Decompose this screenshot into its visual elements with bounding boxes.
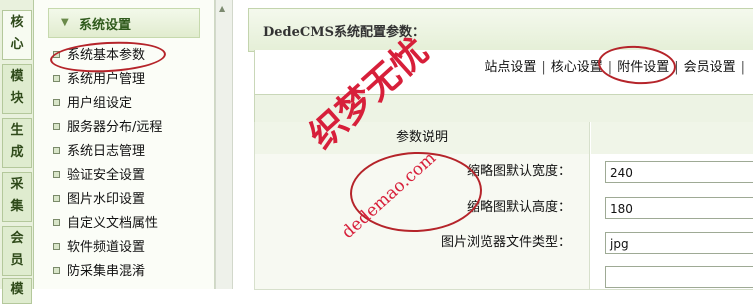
sidebar-item-anti-scrape[interactable]: 防采集串混淆 (53, 260, 145, 284)
config-title-bar: DedeCMS系统配置参数： (248, 8, 753, 52)
sidebar-item-server-remote[interactable]: 服务器分布/远程 (53, 116, 162, 140)
sidebar-section-header[interactable]: ▼ 系统设置 (48, 8, 200, 38)
sidebar-item-custom-attributes[interactable]: 自定义文档属性 (53, 212, 158, 236)
tab-module-label: 模块 (10, 69, 24, 106)
column-header-value (591, 122, 753, 154)
bullet-icon (53, 219, 60, 226)
sidebar-item-label: 验证安全设置 (67, 168, 146, 183)
sidebar-section-title: 系统设置 (79, 18, 132, 33)
sidebar-item-label: 软件频道设置 (67, 240, 146, 255)
sidebar-item-label: 服务器分布/远程 (67, 120, 163, 135)
next-row-label (255, 260, 590, 289)
config-tab-bar: 站点设置 | 核心设置 | 附件设置 | 会员设置 | (254, 50, 753, 81)
tab-site-settings[interactable]: 站点设置 (484, 60, 536, 75)
table-row (254, 260, 753, 290)
sidebar-item-watermark[interactable]: 图片水印设置 (53, 188, 145, 212)
tab-collect-label: 采集 (10, 177, 24, 214)
sidebar-scrollbar[interactable]: ▲ (215, 0, 233, 289)
table-row: 缩略图默认高度： 180 (254, 190, 753, 227)
scroll-up-icon[interactable]: ▲ (219, 4, 225, 13)
tab-core-label: 核心 (10, 15, 24, 52)
sidebar-item-system-logs[interactable]: 系统日志管理 (53, 140, 145, 164)
sidebar-item-security[interactable]: 验证安全设置 (53, 164, 145, 188)
sidebar-item-label: 防采集串混淆 (67, 264, 146, 279)
bullet-icon (53, 75, 60, 82)
tab-separator: | (541, 60, 546, 75)
table-row: 缩略图默认宽度： 240 (254, 154, 753, 191)
triangle-down-icon: ▼ (61, 17, 69, 28)
sidebar-item-label: 用户组设定 (67, 96, 133, 111)
module-tab-strip: 核心 模块 生成 采集 会员 模 (0, 0, 34, 304)
tab-separator: | (740, 60, 745, 75)
tab-core-settings[interactable]: 核心设置 (551, 60, 603, 75)
tab-module[interactable]: 模块 (2, 64, 32, 114)
tab-template[interactable]: 模 (2, 278, 32, 304)
tab-template-label: 模 (10, 282, 24, 297)
tab-member[interactable]: 会员 (2, 226, 32, 276)
thumb-height-input[interactable]: 180 (605, 197, 753, 219)
sidebar-item-label: 系统用户管理 (67, 72, 146, 87)
tab-member-settings[interactable]: 会员设置 (684, 60, 736, 75)
bullet-icon (53, 195, 60, 202)
next-row-input[interactable] (605, 266, 753, 288)
tab-generate-label: 生成 (10, 123, 24, 160)
sidebar-item-software-channel[interactable]: 软件频道设置 (53, 236, 145, 260)
bullet-icon (53, 147, 60, 154)
sidebar-item-label: 图片水印设置 (67, 192, 146, 207)
image-browser-filetype-input[interactable]: jpg (605, 232, 753, 254)
bullet-icon (53, 99, 60, 106)
sidebar-item-user-groups[interactable]: 用户组设定 (53, 92, 132, 116)
sidebar-item-label: 系统日志管理 (67, 144, 146, 159)
tab-collect[interactable]: 采集 (2, 172, 32, 222)
table-row: 图片浏览器文件类型： jpg (254, 226, 753, 261)
bullet-icon (53, 123, 60, 130)
bullet-icon (53, 171, 60, 178)
tab-generate[interactable]: 生成 (2, 118, 32, 168)
bullet-icon (53, 267, 60, 274)
tab-member-label: 会员 (10, 231, 24, 268)
tab-core[interactable]: 核心 (2, 10, 32, 60)
bullet-icon (53, 243, 60, 250)
sidebar-item-label: 自定义文档属性 (67, 216, 159, 231)
thumb-width-input[interactable]: 240 (605, 161, 753, 183)
config-panel: DedeCMS系统配置参数： 站点设置 | 核心设置 | 附件设置 | 会员设置 | 参数说明… (240, 0, 753, 290)
